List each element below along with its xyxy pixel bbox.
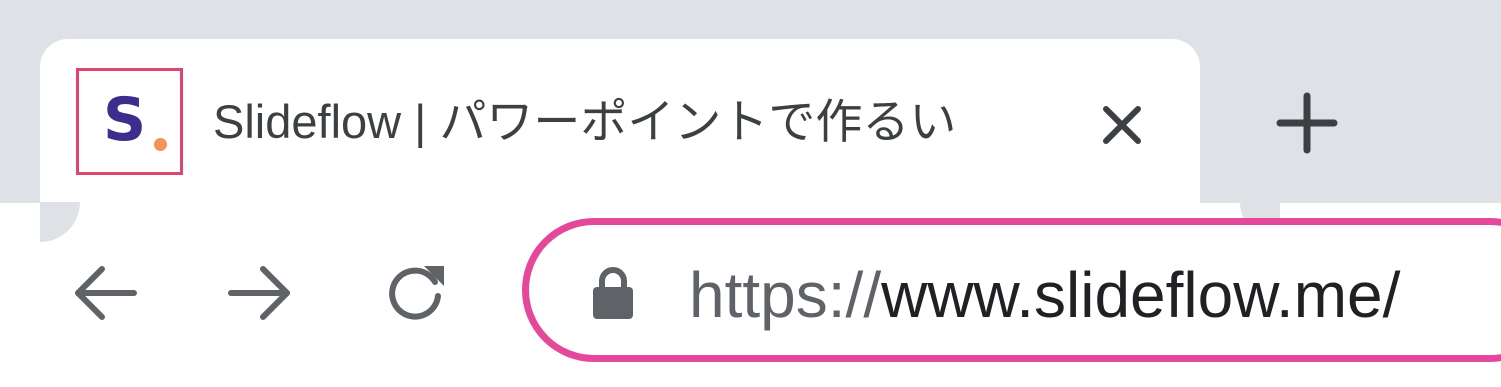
url-text[interactable]: https://www.slideflow.me/ — [689, 255, 1400, 335]
browser-window: S Slideflow | パワーポイントで作るい https://www.sl… — [0, 0, 1501, 387]
arrow-left-icon[interactable] — [70, 258, 140, 328]
arrow-right-icon[interactable] — [225, 258, 295, 328]
url-host: www.slideflow.me/ — [881, 259, 1401, 331]
plus-icon[interactable] — [1276, 92, 1338, 154]
address-bar[interactable]: https://www.slideflow.me/ — [522, 218, 1501, 362]
close-icon[interactable] — [1100, 103, 1144, 147]
tab-title: Slideflow | パワーポイントで作るい — [213, 95, 957, 148]
tab-corner-left — [40, 202, 80, 242]
lock-icon[interactable] — [591, 265, 635, 321]
favicon-letter: S — [103, 85, 147, 155]
favicon: S — [76, 68, 183, 175]
url-scheme: https:// — [689, 259, 882, 331]
favicon-dot — [154, 138, 167, 151]
reload-icon[interactable] — [380, 258, 450, 328]
